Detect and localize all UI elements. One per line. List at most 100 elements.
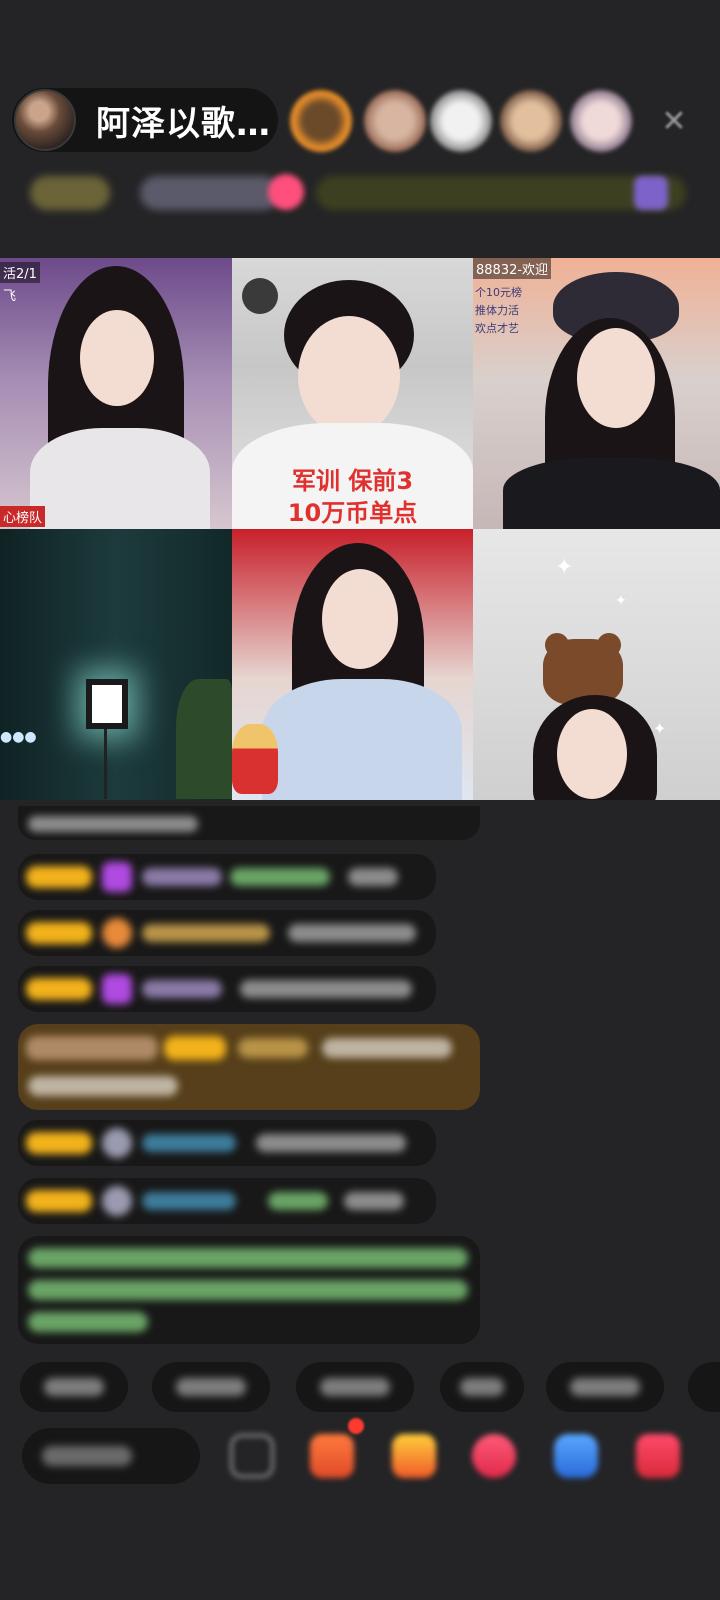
host-avatar[interactable] (14, 89, 76, 151)
light-bulbs-decoration: ●●● (0, 729, 37, 745)
chat-text-blurred (142, 1192, 236, 1210)
level-badge (26, 978, 92, 1000)
activity-icon[interactable] (634, 176, 668, 210)
viewer-avatar[interactable] (570, 90, 632, 152)
microphone-icon (242, 278, 278, 314)
lucky-bag-icon[interactable] (392, 1434, 436, 1478)
chat-message (18, 910, 436, 956)
game-controller-icon[interactable] (472, 1434, 516, 1478)
ranking-banner[interactable] (316, 176, 686, 210)
video-tile-bottom-right[interactable]: ✦ ✦ ✦ (473, 529, 720, 800)
flame-icon (102, 918, 132, 948)
tile-rank-tag-secondary: 飞 (3, 289, 17, 304)
tile-side-notes: 个10元榜 推体力活 欢点才艺 (475, 284, 522, 338)
level-badge (26, 922, 92, 944)
quick-reply-chip[interactable] (296, 1362, 414, 1412)
chip-text-blurred (320, 1378, 390, 1396)
input-placeholder-blurred (42, 1446, 132, 1466)
chat-text-blurred (238, 1038, 308, 1058)
quick-reply-chip[interactable] (152, 1362, 270, 1412)
sparkle-icon: ✦ (615, 593, 627, 609)
sparkle-icon: ✦ (653, 719, 667, 738)
tile-fans-tag: 心榜队 (0, 506, 46, 527)
notice-text-blurred (28, 1248, 468, 1268)
chat-text-blurred (268, 1192, 328, 1210)
room-info-row (20, 168, 700, 218)
gift-box-icon[interactable] (310, 1434, 354, 1478)
chat-text-blurred (28, 816, 198, 832)
chat-text-blurred (142, 924, 270, 942)
notice-text-blurred (28, 1280, 468, 1300)
host-info-pill[interactable]: 阿泽以歌… (12, 88, 278, 152)
chat-text-blurred (142, 980, 222, 998)
chat-input[interactable] (22, 1428, 200, 1484)
video-tile-top-right[interactable]: 88832-欢迎 个10元榜 推体力活 欢点才艺 (473, 258, 720, 529)
plant-decoration (176, 679, 232, 799)
video-tile-bottom-left[interactable]: ●●● (0, 529, 232, 800)
tile-side-note: 个10元榜 (475, 286, 522, 299)
chat-text-blurred (142, 868, 222, 886)
tile-rank-tag: 活2/1 (0, 262, 40, 283)
video-grid: 活2/1 飞 心榜队 军训 保前3 10万币单点 88832-欢迎 个10元榜 … (0, 258, 720, 800)
viewer-avatar[interactable] (290, 90, 352, 152)
red-envelope-icon[interactable] (636, 1434, 680, 1478)
chat-bubble-icon[interactable] (554, 1434, 598, 1478)
vip-badge (26, 1036, 158, 1060)
quick-reply-chip[interactable] (20, 1362, 128, 1412)
diamond-icon (102, 862, 132, 892)
viewer-avatar[interactable] (364, 90, 426, 152)
close-icon[interactable]: ✕ (656, 104, 692, 140)
chat-text-blurred (344, 1192, 404, 1210)
chip-text-blurred (44, 1378, 104, 1396)
chat-text-blurred (28, 1076, 178, 1096)
chip-text-blurred (460, 1378, 504, 1396)
diamond-icon (102, 974, 132, 1004)
tile-welcome-tag: 88832-欢迎 (473, 258, 552, 279)
level-badge (26, 866, 92, 888)
video-tile-top-center[interactable]: 军训 保前3 10万币单点 (232, 258, 473, 529)
lamp-stand (104, 729, 107, 799)
chat-text-blurred (256, 1134, 406, 1152)
fans-badge[interactable] (140, 176, 280, 210)
emoji-icon[interactable] (230, 1434, 274, 1478)
system-notice (18, 1236, 480, 1344)
chip-text-blurred (176, 1378, 246, 1396)
user-avatar (102, 1186, 132, 1216)
chat-message-highlighted (18, 1024, 480, 1110)
chat-text-blurred (288, 924, 416, 942)
quick-reply-chip[interactable] (546, 1362, 664, 1412)
quick-reply-chip[interactable] (440, 1362, 524, 1412)
god-of-wealth-icon[interactable] (232, 724, 278, 794)
viewer-avatar[interactable] (500, 90, 562, 152)
level-badge[interactable] (30, 176, 110, 210)
chat-text-blurred (348, 868, 398, 886)
level-badge (26, 1190, 92, 1212)
tile-side-note: 推体力活 (475, 304, 519, 317)
viewer-avatar[interactable] (430, 90, 492, 152)
host-name: 阿泽以歌… (96, 103, 271, 144)
chat-message (18, 854, 436, 900)
chat-message (18, 806, 480, 840)
video-tile-bottom-center[interactable] (232, 529, 473, 800)
chat-text-blurred (240, 980, 412, 998)
video-tile-top-left[interactable]: 活2/1 飞 心榜队 (0, 258, 232, 529)
level-badge (26, 1132, 92, 1154)
chat-text-blurred (322, 1038, 452, 1058)
notification-dot (348, 1418, 364, 1434)
chat-text-blurred (230, 868, 330, 886)
overlay-text-line-1: 军训 保前3 (291, 467, 414, 495)
chat-message (18, 1120, 436, 1166)
notice-text-blurred (28, 1312, 148, 1332)
chat-text-blurred (142, 1134, 236, 1152)
overlay-text-line-2: 10万币单点 (287, 499, 418, 527)
chat-message (18, 966, 436, 1012)
level-badge (164, 1036, 226, 1060)
chat-message (18, 1178, 436, 1224)
quick-reply-chip[interactable] (688, 1362, 720, 1412)
gift-icon[interactable] (268, 174, 304, 210)
studio-light-icon (86, 679, 128, 729)
sparkle-icon: ✦ (555, 555, 574, 580)
tile-side-note: 欢点才艺 (475, 322, 519, 335)
user-avatar (102, 1128, 132, 1158)
chip-text-blurred (570, 1378, 640, 1396)
